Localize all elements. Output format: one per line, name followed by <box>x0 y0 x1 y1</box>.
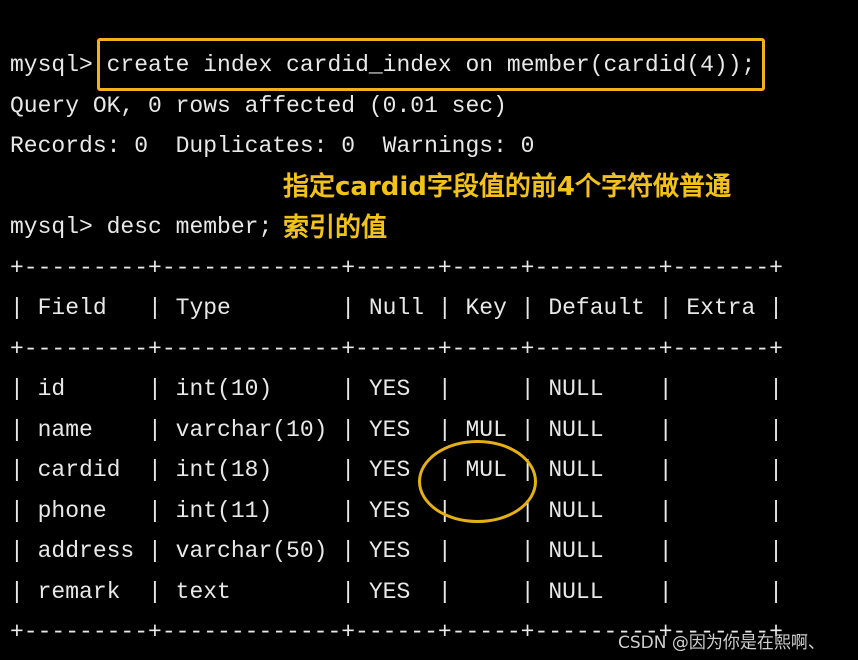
table-cell: NULL <box>548 457 604 483</box>
table-cell: int(18) <box>175 457 273 483</box>
column-separator: | <box>341 376 356 402</box>
column-separator: | <box>658 497 673 524</box>
result-table: | Field | Type | Null | Key | Default | Extra | +----… <box>10 288 783 653</box>
column-separator: | <box>10 538 24 564</box>
column-separator: | <box>437 295 452 321</box>
table-cell: name <box>37 416 93 443</box>
table-border: +---------+-------------+------+-----+--… <box>10 335 783 362</box>
command-text: desc member; <box>106 214 273 240</box>
table-cell: Key <box>465 295 507 321</box>
table-border: +---------+-------------+------+-----+--… <box>10 254 783 281</box>
annotation-line-1: 指定cardid字段值的前4个字符做普通 <box>283 172 732 202</box>
column-separator: | <box>520 538 535 564</box>
column-separator: | <box>341 578 356 605</box>
table-row: | cardid | int(18) | YES | MUL | NULL | | <box>10 450 783 491</box>
table-row: | name | varchar(10) | YES | MUL | NULL | | <box>10 410 783 451</box>
table-cell: Extra <box>686 295 756 321</box>
command-line-2: mysql> desc member; <box>10 207 783 248</box>
column-separator: | <box>658 578 673 605</box>
column-separator: | <box>341 295 356 321</box>
table-cell: Type <box>175 295 231 321</box>
table-cell: YES <box>368 416 411 443</box>
column-separator: | <box>769 497 783 524</box>
column-separator: | <box>10 416 24 443</box>
column-separator: | <box>658 457 673 483</box>
column-separator: | <box>10 578 24 605</box>
column-separator: | <box>148 295 162 321</box>
column-separator: | <box>341 497 356 524</box>
column-separator: | <box>437 376 452 402</box>
table-cell: varchar(10) <box>175 416 328 443</box>
column-separator: | <box>10 497 24 524</box>
column-separator: | <box>148 457 162 483</box>
table-cell: NULL <box>548 416 604 443</box>
table-cell: text <box>175 578 231 605</box>
table-cell: Field <box>37 295 107 321</box>
column-separator: | <box>437 416 452 443</box>
column-separator: | <box>769 416 783 443</box>
column-separator: | <box>520 295 535 321</box>
prompt: mysql> <box>10 52 107 78</box>
column-separator: | <box>658 295 673 321</box>
table-row: | id | int(10) | YES | | NULL | | <box>10 369 783 410</box>
column-separator: | <box>341 416 356 443</box>
output-line: Records: 0 Duplicates: 0 Warnings: 0 <box>10 133 535 159</box>
column-separator: | <box>10 295 24 321</box>
column-separator: | <box>148 578 162 605</box>
highlight-circle <box>418 440 537 523</box>
column-separator: | <box>341 538 356 564</box>
table-cell: NULL <box>548 538 604 564</box>
column-separator: | <box>658 416 673 443</box>
table-cell: address <box>37 538 135 564</box>
column-separator: | <box>520 416 535 443</box>
terminal-output: mysql> create index cardid_index on memb… <box>10 45 783 653</box>
table-cell: remark <box>37 578 121 605</box>
column-separator: | <box>769 457 783 483</box>
table-header-row: | Field | Type | Null | Key | Default | Extra | <box>10 288 783 329</box>
table-cell: varchar(50) <box>175 538 328 564</box>
column-separator: | <box>520 376 535 402</box>
column-separator: | <box>658 538 673 564</box>
table-row: | remark | text | YES | | NULL | | <box>10 572 783 613</box>
table-cell: NULL <box>548 578 604 605</box>
output-line: Query OK, 0 rows affected (0.01 sec) <box>10 92 507 119</box>
column-separator: | <box>437 538 452 564</box>
annotation-line-2: 索引的值 <box>283 213 388 243</box>
column-separator: | <box>10 457 24 483</box>
column-separator: | <box>437 578 452 605</box>
table-cell: NULL <box>548 497 604 524</box>
table-cell: YES <box>368 376 411 402</box>
watermark: CSDN @因为你是在熙啊、 <box>618 633 825 653</box>
column-separator: | <box>148 497 162 524</box>
table-row: | phone | int(11) | YES | | NULL | | <box>10 491 783 532</box>
table-cell: Default <box>548 295 645 321</box>
column-separator: | <box>10 376 24 402</box>
column-separator: | <box>148 416 162 443</box>
table-row: | address | varchar(50) | YES | | NULL | | <box>10 531 783 572</box>
column-separator: | <box>341 457 356 483</box>
column-separator: | <box>148 538 162 564</box>
highlight-box <box>97 38 765 91</box>
table-cell: Null <box>368 295 425 321</box>
table-cell: phone <box>37 497 107 524</box>
table-cell: YES <box>368 538 411 564</box>
table-cell: int(10) <box>175 376 273 402</box>
table-cell: YES <box>368 578 411 605</box>
column-separator: | <box>769 578 783 605</box>
column-separator: | <box>769 295 783 321</box>
table-cell: id <box>37 376 66 402</box>
column-separator: | <box>520 578 535 605</box>
prompt: mysql> <box>10 214 107 240</box>
column-separator: | <box>769 538 783 564</box>
column-separator: | <box>148 376 162 402</box>
table-cell: int(11) <box>175 497 273 524</box>
table-cell: NULL <box>548 376 604 402</box>
column-separator: | <box>658 376 673 402</box>
table-cell: cardid <box>37 457 121 483</box>
column-separator: | <box>769 376 783 402</box>
